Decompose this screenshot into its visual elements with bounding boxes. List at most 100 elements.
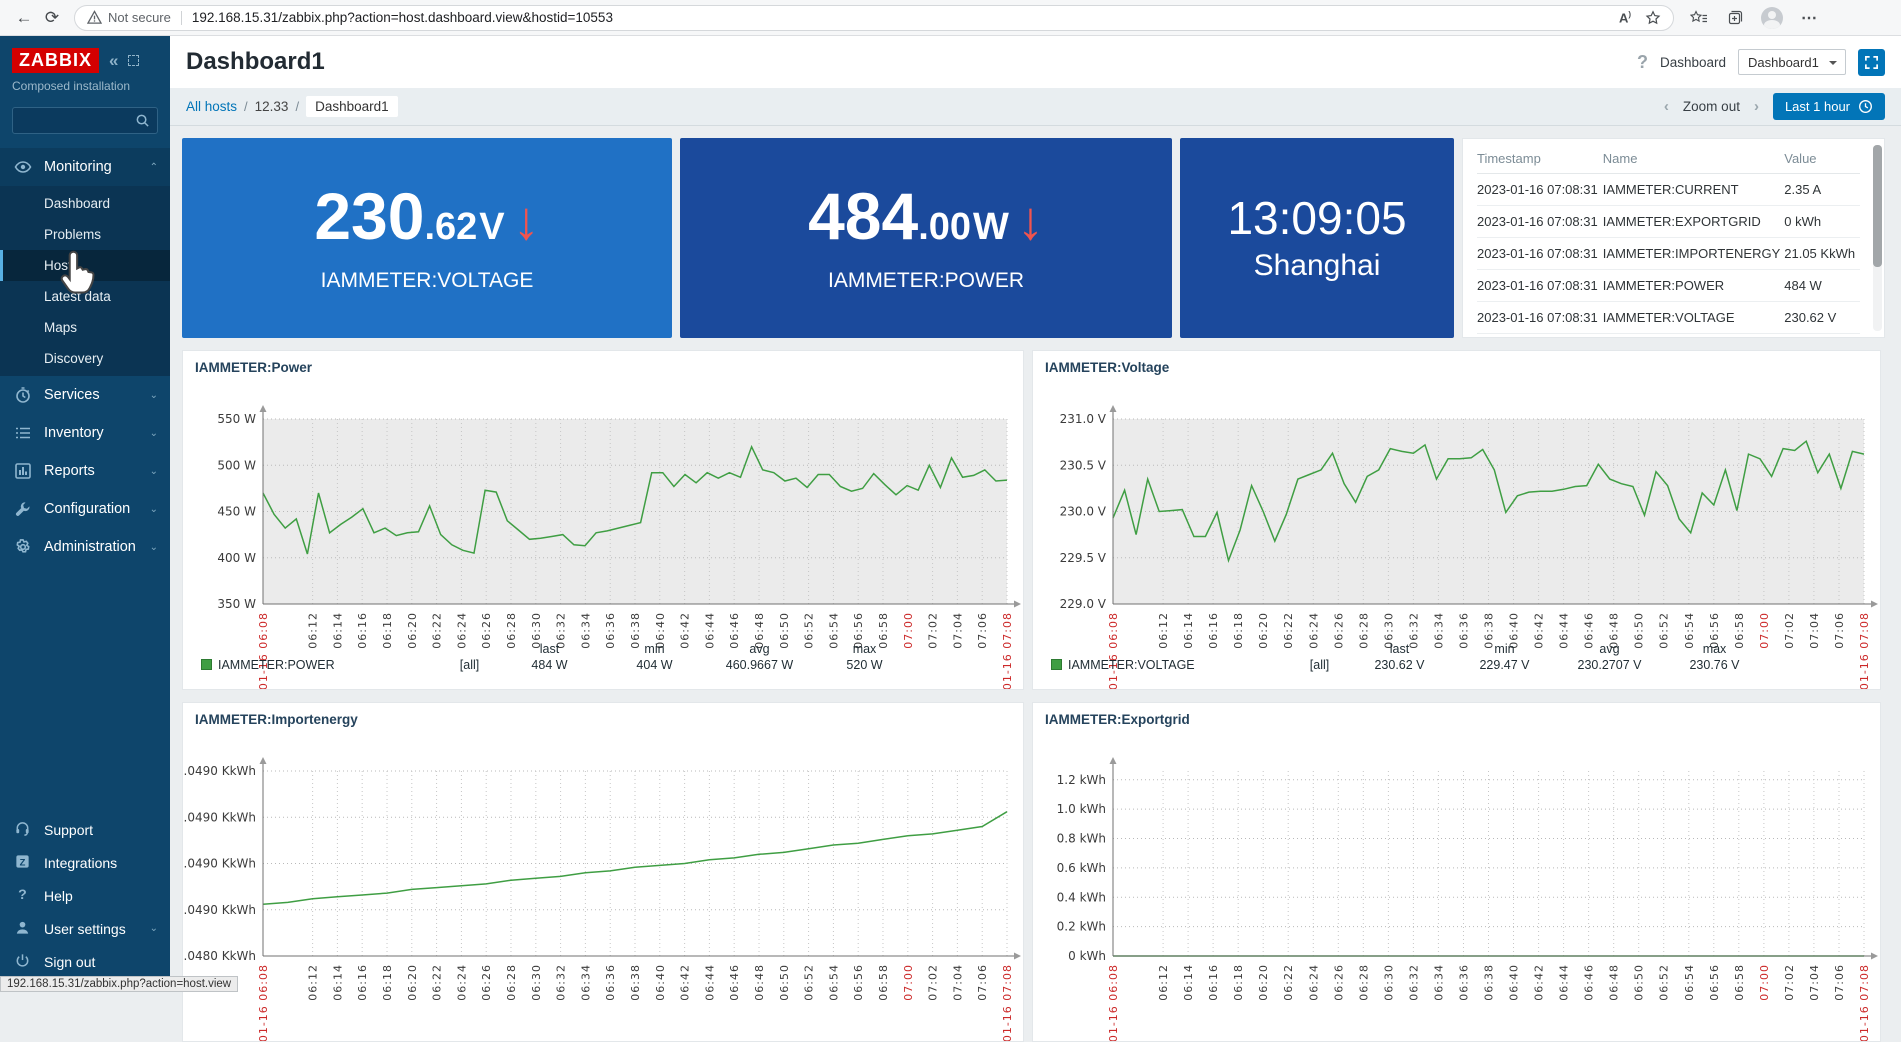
svg-text:21.0490 KkWh: 21.0490 KkWh xyxy=(183,903,256,917)
svg-text:06:22: 06:22 xyxy=(431,964,444,1001)
sidebar: ZABBIX « Composed installation Monitorin… xyxy=(0,36,239,992)
add-favorite-star-icon[interactable] xyxy=(1645,9,1661,26)
importenergy-graph[interactable]: 21.0490 KkWh 21.0490 KkWh 21.0490 KkWh 21.0… xyxy=(183,729,1023,1041)
chevron-down-icon: ⌄ xyxy=(149,541,158,553)
svg-text:06:20: 06:20 xyxy=(1257,964,1270,1001)
sidebar-item-problems[interactable]: Problems xyxy=(0,219,170,250)
power-value: 484 xyxy=(808,179,919,253)
time-shift-back-icon[interactable]: ‹ xyxy=(1664,98,1669,115)
table-scrollbar[interactable] xyxy=(1873,145,1882,331)
voltage-graph[interactable]: 231.0 V 230.5 V 230.0 V 229.5 V 229.0 V 01-16… xyxy=(1033,377,1880,689)
svg-text:06:52: 06:52 xyxy=(803,964,816,1001)
svg-text:06:14: 06:14 xyxy=(1182,964,1195,1001)
favorites-hub-icon[interactable] xyxy=(1690,9,1708,26)
svg-text:01-16 07:08: 01-16 07:08 xyxy=(1001,964,1014,1042)
sidebar-footer: Support Z Integrations? Help User settings ⌄ S… xyxy=(0,813,170,978)
col-timestamp[interactable]: Timestamp xyxy=(1477,143,1603,174)
breadcrumb-all-hosts[interactable]: All hosts xyxy=(186,99,237,114)
browser-refresh-button[interactable]: ⟳ xyxy=(38,4,66,32)
question-icon: ? xyxy=(14,886,31,906)
svg-text:06:28: 06:28 xyxy=(1357,964,1370,1001)
list-icon xyxy=(14,424,32,442)
power-graph-widget: IAMMETER:Power 550 W 500 W 450 W 400 W 350 W… xyxy=(182,350,1024,690)
sidebar-item-support[interactable]: Support xyxy=(0,813,170,846)
browser-menu-icon[interactable]: ⋯ xyxy=(1801,8,1817,28)
address-bar[interactable]: Not secure 192.168.15.31/zabbix.php?acti… xyxy=(74,4,1674,31)
power-value-tile[interactable]: 484.00 W ↓ IAMMETER:POWER xyxy=(680,138,1172,338)
table-row: 2023-01-16 07:08:31 IAMMETER:VOLTAGE 230.6… xyxy=(1477,301,1860,334)
col-value[interactable]: Value xyxy=(1784,143,1860,174)
breadcrumb-current-dashboard[interactable]: Dashboard1 xyxy=(306,96,398,117)
svg-text:06:32: 06:32 xyxy=(1407,964,1420,1001)
svg-text:06:38: 06:38 xyxy=(1483,964,1496,1001)
sidebar-item-help[interactable]: ? Help xyxy=(0,879,170,912)
sidebar-item-administration[interactable]: Administration ⌄ xyxy=(0,528,170,566)
svg-text:06:22: 06:22 xyxy=(1282,964,1295,1001)
zabbix-logo[interactable]: ZABBIX xyxy=(12,48,99,73)
sidebar-item-dashboard[interactable]: Dashboard xyxy=(0,188,170,219)
read-aloud-icon[interactable]: A) xyxy=(1619,10,1631,25)
svg-text:400 W: 400 W xyxy=(217,551,256,565)
chevron-down-icon: ⌄ xyxy=(149,503,158,515)
breadcrumb-filter-row: All hosts / 12.33 / Dashboard1 ‹ Zoom ou… xyxy=(170,88,1901,126)
voltage-tile-label: IAMMETER:VOLTAGE xyxy=(320,269,534,292)
zoom-out-button[interactable]: Zoom out xyxy=(1683,99,1740,114)
time-shift-forward-icon[interactable]: › xyxy=(1754,98,1759,115)
sidebar-search-input[interactable] xyxy=(12,107,158,134)
svg-text:06:44: 06:44 xyxy=(1558,964,1571,1001)
browser-back-button[interactable]: ← xyxy=(10,4,38,32)
svg-text:07:06: 07:06 xyxy=(1833,964,1846,1001)
svg-text:06:54: 06:54 xyxy=(827,964,840,1001)
importenergy-graph-title[interactable]: IAMMETER:Importenergy xyxy=(195,712,358,727)
power-graph-title[interactable]: IAMMETER:Power xyxy=(195,360,312,375)
svg-text:06:36: 06:36 xyxy=(1457,964,1470,1001)
voltage-graph-widget: IAMMETER:Voltage 231.0 V 230.5 V 230.0 V 22… xyxy=(1032,350,1881,690)
z-badge-icon: Z xyxy=(14,853,31,873)
sidebar-collapse-icon[interactable]: « xyxy=(109,51,118,71)
fullscreen-button[interactable] xyxy=(1858,48,1885,76)
sidebar-item-monitoring[interactable]: Monitoring ⌃ xyxy=(0,148,170,186)
svg-text:06:30: 06:30 xyxy=(1382,964,1395,1001)
browser-profile-avatar[interactable] xyxy=(1761,6,1783,29)
sidebar-item-inventory[interactable]: Inventory ⌄ xyxy=(0,414,170,452)
sidebar-item-maps[interactable]: Maps xyxy=(0,312,170,343)
clock-tile[interactable]: 13:09:05 Shanghai xyxy=(1180,138,1454,338)
col-name[interactable]: Name xyxy=(1602,143,1785,174)
sidebar-item-integrations[interactable]: Z Integrations xyxy=(0,846,170,879)
search-icon xyxy=(136,114,149,127)
sidebar-item-reports[interactable]: Reports ⌄ xyxy=(0,452,170,490)
link-status-tooltip: 192.168.15.31/zabbix.php?action=host.vie… xyxy=(0,976,239,992)
svg-text:06:40: 06:40 xyxy=(1508,964,1521,1001)
power-graph-legend: last min avg max IAMMETER:POWER [all] 484 W 404… xyxy=(197,641,1013,673)
table-row: 2023-01-16 07:08:31 IAMMETER:CURRENT 2.35 … xyxy=(1477,173,1860,206)
exportgrid-graph[interactable]: 1.2 kWh 1.0 kWh 0.8 kWh 0.6 kWh 0.4 kWh 0.2 k… xyxy=(1033,729,1880,1041)
svg-text:21.0490 KkWh: 21.0490 KkWh xyxy=(183,857,256,871)
time-range-button[interactable]: Last 1 hour xyxy=(1772,93,1885,120)
svg-text:0.8 kWh: 0.8 kWh xyxy=(1057,832,1106,846)
sidebar-detach-icon[interactable] xyxy=(128,55,140,66)
power-graph[interactable]: 550 W 500 W 450 W 400 W 350 W 01-16 06:08 06:1… xyxy=(183,377,1023,689)
exportgrid-graph-title[interactable]: IAMMETER:Exportgrid xyxy=(1045,712,1190,727)
breadcrumb-host[interactable]: 12.33 xyxy=(255,99,289,114)
exportgrid-graph-widget: IAMMETER:Exportgrid 1.2 kWh 1.0 kWh 0.8 kW… xyxy=(1032,702,1881,1042)
importenergy-graph-widget: IAMMETER:Importenergy 21.0490 KkWh 21.049… xyxy=(182,702,1024,1042)
sidebar-item-sign-out[interactable]: Sign out xyxy=(0,945,170,978)
sidebar-item-user-settings[interactable]: User settings ⌄ xyxy=(0,912,170,945)
mouse-hand-cursor xyxy=(60,250,95,294)
svg-text:06:46: 06:46 xyxy=(728,964,741,1001)
dashboard-select[interactable]: Dashboard1 xyxy=(1738,49,1846,75)
help-icon[interactable]: ? xyxy=(1637,52,1648,73)
svg-text:1.0 kWh: 1.0 kWh xyxy=(1057,802,1106,816)
sidebar-item-services[interactable]: Services ⌄ xyxy=(0,376,170,414)
address-divider xyxy=(180,10,182,25)
svg-text:06:32: 06:32 xyxy=(555,964,568,1001)
chevron-down-icon: ⌄ xyxy=(149,427,158,439)
sidebar-item-configuration[interactable]: Configuration ⌄ xyxy=(0,490,170,528)
sidebar-item-discovery[interactable]: Discovery xyxy=(0,343,170,374)
voltage-value-tile[interactable]: 230.62 V ↓ IAMMETER:VOLTAGE xyxy=(182,138,672,338)
svg-text:?: ? xyxy=(18,887,27,903)
voltage-graph-title[interactable]: IAMMETER:Voltage xyxy=(1045,360,1169,375)
url-text: 192.168.15.31/zabbix.php?action=host.das… xyxy=(191,10,613,25)
bar-chart-icon xyxy=(14,462,32,480)
collections-icon[interactable] xyxy=(1726,10,1743,26)
